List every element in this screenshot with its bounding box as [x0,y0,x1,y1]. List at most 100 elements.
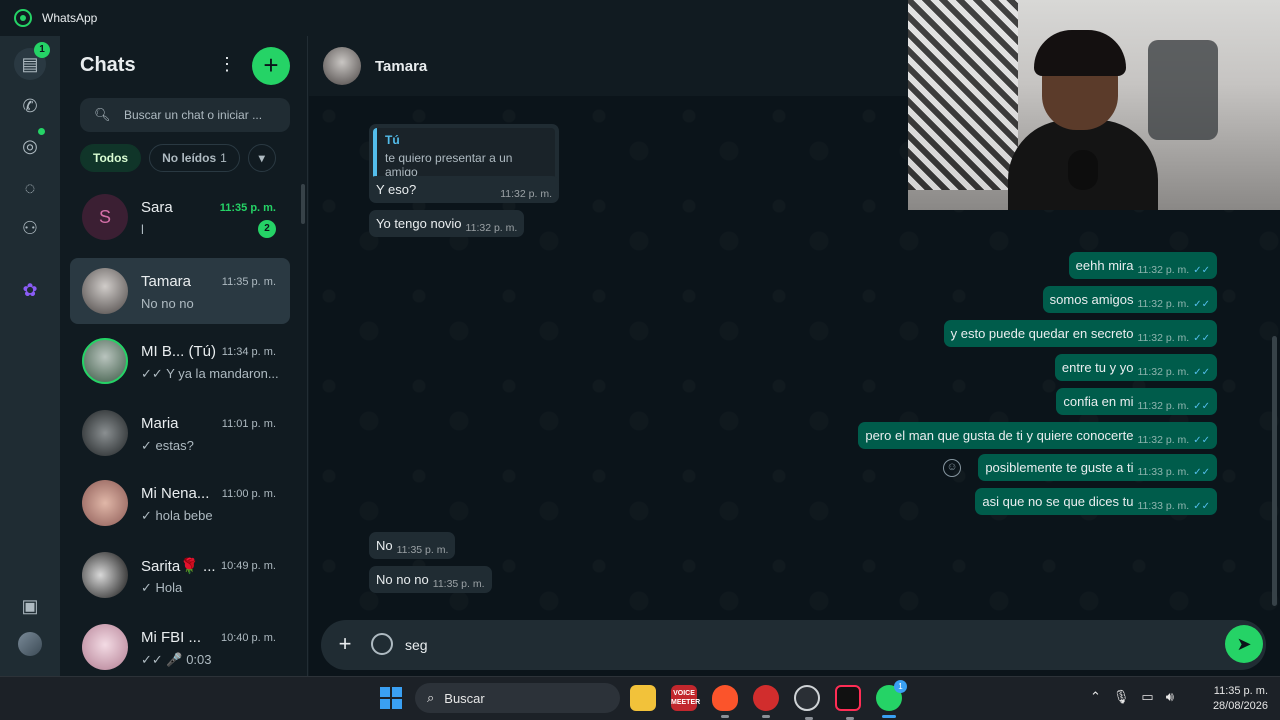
message-time: 11:33 p. m. [1137,466,1190,478]
message-time: 11:32 p. m. [1137,264,1190,276]
chat-preview: ✓✓ 🎤 0:03 [141,652,212,667]
chat-item-tamara[interactable]: Tamara 11:35 p. m. No no no [70,258,290,324]
conversation-scrollbar[interactable] [1272,336,1277,606]
taskbar-search[interactable]: ⌕ Buscar [415,683,620,713]
calls-icon[interactable]: ✆ [14,90,46,122]
message-time: 11:33 p. m. [1137,500,1190,512]
network-icon[interactable]: ▭ [1141,689,1153,705]
communities-icon[interactable]: ⚇ [14,212,46,244]
chat-item-mi-b[interactable]: MI B... (Tú) 11:34 p. m. ✓✓ Y ya la mand… [70,328,290,394]
avatar [82,624,128,670]
webcam-person-hair [1034,30,1126,76]
voicemeeter-icon[interactable]: VOICE MEETER [671,685,700,711]
microphone-icon[interactable]: 🎙︎ [1113,689,1130,705]
read-receipt-icon: ✓✓ [1193,435,1210,446]
filter-unread-label: No leídos [162,151,217,165]
avatar [82,410,128,456]
whatsapp-window: WhatsApp ▤ 1 ✆ ◎ ◌ ⚇ ✿ ▣ Chats ⋮ + 🔍︎ To… [0,0,1280,676]
chat-time: 11:00 p. m. [221,488,276,500]
chat-time: 11:34 p. m. [221,346,276,358]
chat-name: Sara [141,199,173,216]
chat-time: 11:01 p. m. [221,418,276,430]
navigation-rail: ▤ 1 ✆ ◎ ◌ ⚇ ✿ ▣ [0,36,60,676]
windows-start-icon[interactable] [380,687,402,709]
taskbar-clock[interactable]: 11:35 p. m. 28/08/2026 [1198,684,1268,714]
chat-item-mi-nena[interactable]: Mi Nena... 11:00 p. m. ✓ hola bebe [70,470,290,536]
chat-item-sara[interactable]: S Sara 11:35 p. m. l 2 [70,184,290,250]
windows-taskbar: ⌕ Buscar VOICE MEETER 1 ⌃ 🎙︎ ▭ 🔊︎ 11:35 … [0,676,1280,720]
attach-plus-icon[interactable]: + [333,631,357,657]
contact-avatar[interactable] [323,47,361,85]
brave-browser-icon[interactable] [712,685,738,718]
filter-unread[interactable]: No leídos 1 [149,144,240,172]
emoji-reaction-icon[interactable]: ☺ [943,459,961,477]
message-text: y esto puede quedar en secreto [950,326,1134,341]
tiktok-icon[interactable] [835,685,861,720]
meta-ai-icon[interactable]: ✿ [14,274,46,306]
avatar [82,268,128,314]
message-incoming[interactable]: Y eso? 11:32 p. m. [369,176,559,203]
chat-name: Tamara [141,273,192,290]
more-options-icon[interactable]: ⋮ [218,54,236,76]
message-outgoing[interactable]: somos amigos 11:32 p. m. ✓✓ [1042,286,1217,313]
chat-preview: ✓✓ Y ya la mandaron... [141,366,279,381]
system-tray: ⌃ 🎙︎ ▭ 🔊︎ [1090,689,1174,705]
message-time: 11:35 p. m. [432,578,485,590]
message-outgoing[interactable]: entre tu y yo 11:32 p. m. ✓✓ [1054,354,1217,381]
message-input[interactable] [405,634,1205,656]
conversation-header[interactable]: Tamara [309,36,909,96]
message-outgoing[interactable]: pero el man que gusta de ti y quiere con… [858,422,1217,449]
read-receipt-icon: ✓✓ [1193,501,1210,512]
chat-name: Sarita🌹 ... [141,558,216,575]
message-time: 11:32 p. m. [1137,434,1190,446]
send-button[interactable]: ➤ [1225,625,1263,663]
chevron-up-icon[interactable]: ⌃ [1090,689,1101,705]
filter-more-chevron-down-icon[interactable]: ▾ [247,144,276,172]
whatsapp-logo-icon [14,9,32,27]
media-gallery-icon[interactable]: ▣ [14,590,46,622]
chat-item-mi-fbi[interactable]: Mi FBI ... 10:40 p. m. ✓✓ 🎤 0:03 [70,614,290,680]
message-incoming[interactable]: Yo tengo novio 11:32 p. m. [369,210,525,237]
app-red-icon[interactable] [753,685,779,718]
search-icon: 🔍︎ [94,107,111,122]
chat-time: 10:49 p. m. [220,560,276,572]
chat-item-maria[interactable]: Maria 11:01 p. m. ✓ estas? [70,400,290,466]
filter-all[interactable]: Todos [80,144,142,172]
chat-search-box[interactable]: 🔍︎ [80,98,290,132]
message-incoming[interactable]: No no no 11:35 p. m. [369,566,492,593]
message-text: Yo tengo novio [376,216,462,231]
status-new-dot [38,128,45,135]
chats-unread-badge: 1 [34,42,50,58]
message-outgoing[interactable]: eehh mira 11:32 p. m. ✓✓ [1068,252,1217,279]
read-receipt-icon: ✓✓ [1193,367,1210,378]
filter-all-label: Todos [93,151,129,165]
profile-avatar[interactable] [18,632,42,656]
contact-name[interactable]: Tamara [375,58,427,75]
avatar [82,480,128,526]
file-explorer-icon[interactable] [630,685,656,711]
chat-list-scrollbar[interactable] [301,184,305,224]
read-receipt-icon: ✓✓ [1193,333,1210,344]
message-text: Y eso? [376,182,417,197]
chat-search-input[interactable] [124,108,284,122]
running-indicator [762,715,770,718]
message-outgoing[interactable]: y esto puede quedar en secreto 11:32 p. … [943,320,1217,347]
chat-preview: ✓ hola bebe [141,508,213,523]
message-text: somos amigos [1049,292,1134,307]
avatar: S [82,194,128,240]
read-receipt-icon: ✓✓ [1193,467,1210,478]
chat-item-sarita[interactable]: Sarita🌹 ... 10:49 p. m. ✓ Hola [70,542,290,608]
message-text: confia en mi [1063,394,1134,409]
obs-icon[interactable] [794,685,820,720]
chat-time: 11:35 p. m. [221,276,276,288]
message-outgoing[interactable]: confia en mi 11:32 p. m. ✓✓ [1056,388,1217,415]
channels-icon[interactable]: ◌ [14,172,46,204]
message-outgoing[interactable]: asi que no se que dices tu 11:33 p. m. ✓… [975,488,1217,515]
new-chat-button[interactable]: + [252,47,290,85]
avatar [82,338,128,384]
message-incoming[interactable]: No 11:35 p. m. [369,532,456,559]
volume-icon[interactable]: 🔊︎ [1166,689,1174,705]
read-receipt-icon: ✓✓ [1193,299,1210,310]
message-outgoing[interactable]: posiblemente te guste a ti 11:33 p. m. ✓… [978,454,1217,481]
sticker-icon[interactable] [371,633,393,655]
